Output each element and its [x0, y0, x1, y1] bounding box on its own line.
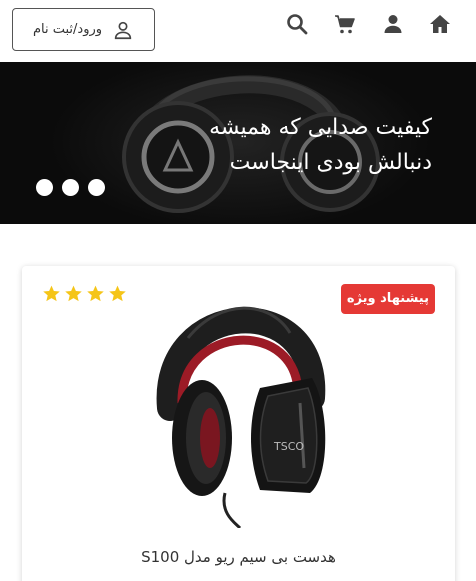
rating-stars — [42, 284, 127, 303]
user-outline-icon — [114, 21, 132, 39]
top-bar: ورود/ثبت نام — [0, 0, 476, 62]
product-title[interactable]: هدست بی سیم ریو مدل S100 — [22, 548, 455, 566]
hero-line-1: کیفیت صدایی که همیشه — [209, 115, 432, 140]
login-register-label: ورود/ثبت نام — [32, 22, 103, 37]
slider-dot-2[interactable] — [62, 179, 79, 196]
star-icon — [109, 285, 126, 302]
star-icon — [43, 285, 60, 302]
search-icon[interactable] — [285, 12, 309, 36]
special-offer-badge: پیشنهاد ویژه — [340, 284, 435, 314]
login-register-button[interactable]: ورود/ثبت نام — [12, 8, 155, 51]
hero-banner: کیفیت صدایی که همیشه دنبالش بودی اینجاست — [0, 62, 476, 224]
star-icon — [65, 285, 82, 302]
cart-icon[interactable] — [333, 12, 357, 36]
svg-text:TSCO: TSCO — [273, 440, 304, 453]
home-icon[interactable] — [428, 12, 452, 36]
slider-dot-1[interactable] — [36, 179, 53, 196]
product-headset-image[interactable]: TSCO — [140, 278, 340, 528]
star-icon — [87, 285, 104, 302]
hero-line-2: دنبالش بودی اینجاست — [229, 150, 432, 175]
hero-headline: کیفیت صدایی که همیشه دنبالش بودی اینجاست — [102, 110, 432, 180]
slider-dots — [36, 179, 105, 196]
user-icon[interactable] — [381, 12, 405, 36]
product-card[interactable]: پیشنهاد ویژه TSCO هدست بی سیم ریو مدل S1… — [22, 266, 455, 581]
slider-dot-3[interactable] — [88, 179, 105, 196]
